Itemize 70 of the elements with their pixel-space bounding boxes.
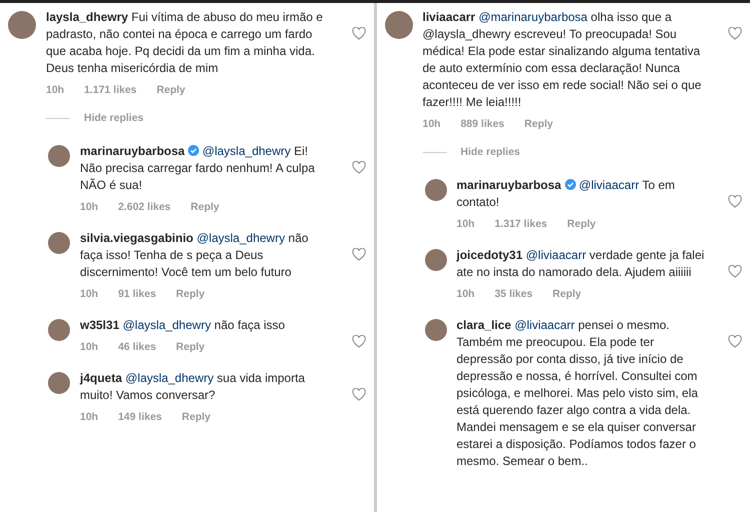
heart-icon[interactable] [728, 27, 742, 40]
avatar-circle[interactable] [424, 318, 446, 341]
likes-count[interactable]: 35 likes [494, 288, 533, 301]
heart-icon[interactable] [728, 264, 742, 278]
heart-icon[interactable] [352, 388, 366, 401]
avatar-circle[interactable] [48, 318, 70, 341]
reply-link[interactable]: Reply [176, 340, 205, 354]
username-link[interactable]: marinaruybarbosa [456, 178, 562, 192]
reply-link[interactable]: Reply [567, 218, 596, 231]
likes-count[interactable]: 46 likes [118, 340, 156, 354]
reply-link[interactable]: Reply [156, 84, 186, 97]
comment-text: joicedoty31 @liviaacarr verdade gente ja falei ate no insta do namorado dela. Ajudem aiiiiii [456, 246, 706, 281]
mention-link[interactable]: @liviaacarr [514, 318, 575, 332]
heart-icon[interactable] [352, 248, 366, 261]
hide-replies-link[interactable]: Hide replies [84, 111, 144, 127]
username-link[interactable]: marinaruybarbosa [80, 144, 185, 158]
avatar-circle[interactable] [48, 232, 70, 254]
avatar-circle[interactable] [384, 11, 412, 39]
comment-time: 10h [80, 340, 98, 354]
username-link[interactable]: w35l31 [80, 318, 120, 332]
heart-icon[interactable] [352, 160, 366, 174]
avatar-circle[interactable] [48, 372, 70, 394]
comment-time: 10h [422, 118, 441, 131]
heart-icon[interactable] [728, 194, 742, 208]
likes-count[interactable]: 91 likes [118, 288, 156, 301]
reply-link[interactable]: Reply [176, 288, 205, 301]
likes-count[interactable]: 149 likes [118, 410, 162, 424]
comment-time: 10h [456, 288, 475, 301]
hide-replies-link[interactable]: Hide replies [460, 145, 520, 161]
username-link[interactable]: clara_lice [456, 318, 512, 332]
username-link[interactable]: laysla_dhewry [46, 10, 128, 24]
comment-text: liviaacarr @marinaruybarbosa olha isso que a @laysla_dhewry escreveu! To preocupada! Sou médica! Ela pode estar sinalizando alguma tentativa de auto extermínio com essa declaração! Nunca aconteceu de ver isso em rede social! Não sei o que fazer!!!! Me leia!!!!! [422, 9, 702, 111]
comment-time: 10h [80, 200, 98, 214]
mention-link[interactable]: @liviaacarr [526, 248, 586, 262]
username-link[interactable]: joicedoty31 [456, 248, 523, 262]
likes-count[interactable]: 1.317 likes [494, 218, 548, 231]
avatar-circle[interactable] [8, 11, 36, 39]
username-link[interactable]: liviaacarr [422, 10, 476, 24]
reply-link[interactable]: Reply [190, 200, 220, 214]
likes-count[interactable]: 1.171 likes [84, 84, 137, 97]
mention-link[interactable]: @marinaruybarbosa [478, 10, 588, 24]
comment-text: w35l31 @laysla_dhewry não faça isso [80, 316, 286, 334]
comment-text: j4queta @laysla_dhewry sua vida importa muito! Vamos conversar? [80, 370, 306, 404]
reply-link[interactable]: Reply [524, 118, 553, 131]
reply-link[interactable]: Reply [182, 410, 210, 424]
mention-link[interactable]: @liviaacarr [578, 178, 640, 192]
comment-text: laysla_dhewry Fui vítima de abuso do meu irmão e padrasto, não contei na época e carrego um fardo que acaba hoje. Pq decidi da um fim a minha vida. Deus tenha misericórdia de mim [46, 9, 324, 77]
avatar-circle[interactable] [424, 248, 446, 271]
avatar-circle[interactable] [48, 144, 70, 167]
comment-text: clara_lice @liviaacarr pensei o mesmo. Também me preocupou. Ela pode ter depressão por conta disso, já tive início de depressão e nossa, é horrível. Consultei com psicóloga, e melhorei. Mas pelo visto sim, ela está querendo fazer algo contra a vida dela. Mandei mensagem e se ela quiser conversar estarei a disposição. Podíamos todos fazer o mesmo. Semear o bem.. [456, 316, 699, 470]
username-link[interactable]: silvia.viegasgabinio [80, 230, 194, 245]
comment-text: silvia.viegasgabinio @laysla_dhewry não faça isso! Tenha de s peça a Deus discernimento! Você tem um belo futuro [80, 230, 310, 281]
mention-link[interactable]: @laysla_dhewry [122, 318, 211, 332]
mention-link[interactable]: @laysla_dhewry [125, 370, 214, 385]
heart-icon[interactable] [728, 334, 742, 348]
comment-text: marinaruybarbosa @liviaacarr To em contato! [456, 176, 676, 211]
reply-link[interactable]: Reply [552, 288, 582, 301]
likes-count[interactable]: 2.602 likes [118, 200, 171, 214]
avatar-circle[interactable] [424, 178, 446, 201]
comment-time: 10h [80, 410, 98, 424]
heart-icon[interactable] [352, 27, 366, 40]
comment-time: 10h [46, 84, 64, 97]
comment-text: marinaruybarbosa @laysla_dhewry Ei! Não precisa carregar fardo nenhum! A culpa NÃO é sua! [80, 142, 316, 194]
comment-time: 10h [80, 288, 98, 301]
comment-time: 10h [456, 218, 475, 231]
mention-link[interactable]: @laysla_dhewry [202, 144, 291, 158]
username-link[interactable]: j4queta [80, 370, 122, 385]
heart-icon[interactable] [352, 334, 366, 348]
mention-link[interactable]: @laysla_dhewry [196, 230, 285, 245]
likes-count[interactable]: 889 likes [460, 118, 504, 131]
